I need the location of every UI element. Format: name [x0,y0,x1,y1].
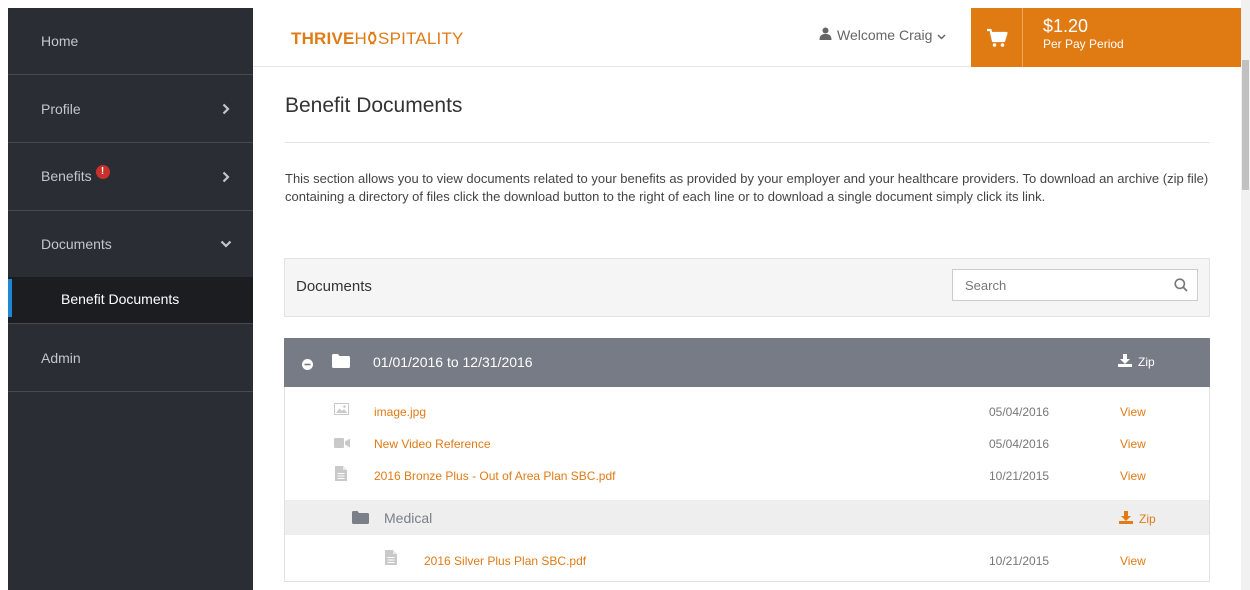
file-row: 2016 Silver Plus Plan SBC.pdf 10/21/2015… [285,544,1209,577]
file-date: 05/04/2016 [989,405,1050,419]
cart-period: Per Pay Period [1043,37,1124,51]
folder-label: 01/01/2016 to 12/31/2016 [373,354,533,370]
sidebar-item-home[interactable]: Home [8,8,253,75]
scrollbar-thumb[interactable] [1242,60,1249,190]
sidebar-item-label: Profile [41,100,81,117]
caret-down-icon [937,27,946,43]
top-header: THRIVEH SPITALITY Welcome Craig $1.20 Per… [253,8,1241,67]
alert-badge: ! [95,164,110,179]
active-indicator [8,279,12,317]
zip-label: Zip [1139,512,1156,526]
view-link[interactable]: View [1120,469,1146,483]
sidebar-item-label: Admin [41,349,81,366]
documents-panel-header: Documents [284,258,1210,317]
file-row: 2016 Bronze Plus - Out of Area Plan SBC.… [285,459,1209,492]
file-link[interactable]: New Video Reference [374,437,491,451]
brand-logo[interactable]: THRIVEH SPITALITY [291,29,464,49]
page-scrollbar[interactable] [1241,0,1250,590]
sidebar-item-label: Documents [41,236,112,252]
file-date: 05/04/2016 [989,437,1050,451]
folder-icon [352,511,369,527]
divider [285,142,1210,143]
cart-summary[interactable]: $1.20 Per Pay Period [971,8,1241,67]
sidebar-item-label: Benefits [41,167,92,184]
video-icon [334,437,350,451]
document-icon [335,466,347,484]
folder-icon [332,354,350,371]
view-link[interactable]: View [1120,405,1146,419]
sidebar-item-admin[interactable]: Admin [8,324,253,392]
view-link[interactable]: View [1120,437,1146,451]
chevron-right-icon [217,168,235,186]
subfolder-row[interactable]: Medical Zip [285,500,1209,535]
file-link[interactable]: image.jpg [374,405,426,419]
chevron-right-icon [217,100,235,118]
zip-download-button[interactable]: Zip [1119,511,1156,527]
logo-o-mark [367,29,378,48]
zip-download-button[interactable]: Zip [1118,354,1155,370]
intro-text: This section allows you to view document… [285,171,1209,204]
download-icon [1119,511,1133,527]
image-icon [334,403,349,418]
view-link[interactable]: View [1120,554,1146,568]
subfolder-label: Medical [384,510,433,526]
zip-label: Zip [1138,355,1155,369]
sidebar: Home Profile Benefits! Documents Benefit… [8,8,253,590]
sidebar-item-profile[interactable]: Profile [8,75,253,143]
download-icon [1118,354,1132,370]
user-icon [819,27,832,43]
documents-panel-title: Documents [296,278,372,295]
folder-row[interactable]: 01/01/2016 to 12/31/2016 Zip [284,338,1210,387]
user-menu[interactable]: Welcome Craig [819,27,946,43]
sidebar-subitem-label: Benefit Documents [61,291,180,307]
file-date: 10/21/2015 [989,554,1050,568]
sidebar-item-benefits[interactable]: Benefits! [8,143,253,211]
file-date: 10/21/2015 [989,469,1050,483]
sidebar-group-documents: Documents Benefit Documents [8,211,253,324]
welcome-text: Welcome Craig [837,27,933,43]
cart-icon [971,8,1023,67]
file-row: New Video Reference 05/04/2016 View [285,427,1209,460]
collapse-icon[interactable] [302,357,313,373]
sidebar-item-documents[interactable]: Documents [8,211,253,277]
file-link[interactable]: 2016 Silver Plus Plan SBC.pdf [424,554,586,568]
document-icon [385,550,397,568]
sidebar-item-label: Home [41,33,79,49]
cart-price: $1.20 [1043,16,1089,36]
search-box [952,269,1198,301]
search-icon[interactable] [1165,278,1197,292]
folder-contents: image.jpg 05/04/2016 View New Video Refe… [284,387,1210,582]
sidebar-subitem-benefit-documents[interactable]: Benefit Documents [8,277,253,321]
file-row: image.jpg 05/04/2016 View [285,395,1209,428]
chevron-down-icon [217,235,235,253]
page-title: Benefit Documents [285,94,463,117]
search-input[interactable] [953,271,1165,299]
file-link[interactable]: 2016 Bronze Plus - Out of Area Plan SBC.… [374,469,615,483]
